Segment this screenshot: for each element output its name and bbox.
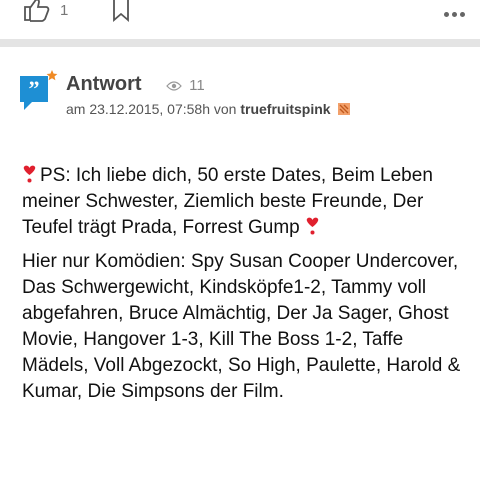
user-avatar-icon[interactable] bbox=[338, 103, 351, 115]
view-count: 11 bbox=[166, 77, 205, 94]
thumbs-up-icon[interactable] bbox=[22, 0, 52, 24]
bookmark-icon[interactable] bbox=[112, 0, 130, 22]
eye-icon bbox=[166, 81, 182, 91]
heart-exclamation-icon bbox=[306, 217, 319, 235]
answer-quote-icon: ” bbox=[20, 70, 58, 110]
answer-paragraph: Hier nur Komödien: Spy Susan Cooper Unde… bbox=[22, 251, 461, 402]
top-toolbar: 1 bbox=[0, 0, 480, 34]
svg-text:”: ” bbox=[29, 76, 40, 101]
section-divider bbox=[0, 39, 480, 47]
view-count-value: 11 bbox=[189, 77, 205, 94]
answer-meta: am 23.12.2015, 07:58h von truefruitspink bbox=[66, 101, 351, 117]
heart-exclamation-icon bbox=[23, 165, 36, 183]
like-count: 1 bbox=[60, 2, 69, 19]
answer-paragraph: PS: Ich liebe dich, 50 erste Dates, Beim… bbox=[22, 163, 467, 241]
more-dots-icon[interactable] bbox=[444, 4, 470, 17]
answer-title: Antwort bbox=[66, 73, 142, 95]
answer-date: am 23.12.2015, 07:58h von bbox=[66, 101, 237, 117]
paragraph-text: PS: Ich liebe dich, 50 erste Dates, Beim… bbox=[22, 165, 433, 238]
author-link[interactable]: truefruitspink bbox=[240, 101, 330, 117]
answer-body: PS: Ich liebe dich, 50 erste Dates, Beim… bbox=[22, 163, 467, 413]
